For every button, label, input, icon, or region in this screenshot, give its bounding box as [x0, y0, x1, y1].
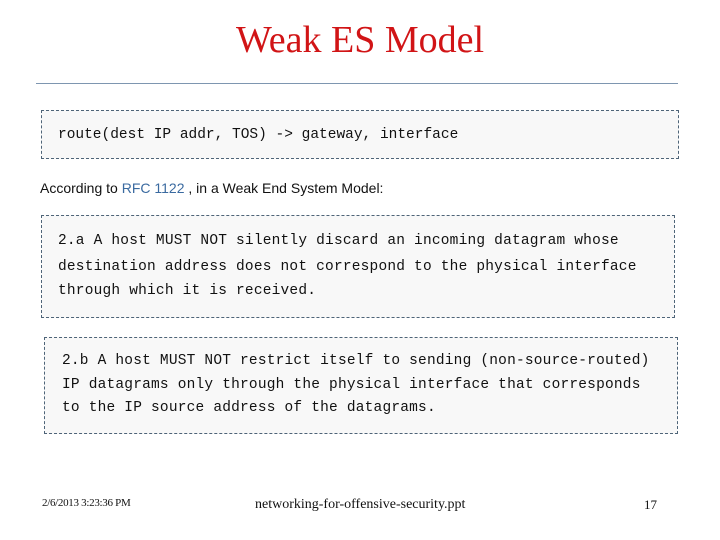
- rule-b-line: 2.b A host MUST NOT restrict itself to s…: [62, 353, 650, 369]
- title-divider: [36, 83, 678, 84]
- footer-filename: networking-for-offensive-security.ppt: [255, 497, 466, 512]
- intro-suffix: , in a Weak End System Model:: [184, 180, 384, 196]
- footer-date: 2/6/2013 3:23:36 PM: [42, 497, 131, 509]
- intro-text: According to RFC 1122 , in a Weak End Sy…: [40, 180, 383, 196]
- intro-prefix: According to: [40, 180, 122, 196]
- footer-page-number: 17: [644, 497, 657, 512]
- rule-b-line: to the IP source address of the datagram…: [62, 400, 436, 416]
- rule-b-line: IP datagrams only through the physical i…: [62, 377, 641, 393]
- rfc-link[interactable]: RFC 1122: [122, 180, 185, 196]
- slide-title: Weak ES Model: [235, 19, 485, 61]
- rule-a-line: through which it is received.: [58, 283, 317, 299]
- route-signature-box: route(dest IP addr, TOS) -> gateway, int…: [41, 110, 679, 159]
- route-signature-text: route(dest IP addr, TOS) -> gateway, int…: [58, 127, 459, 143]
- rule-a-line: destination address does not correspond …: [58, 259, 637, 275]
- rule-b-box: 2.b A host MUST NOT restrict itself to s…: [44, 337, 678, 434]
- rule-a-box: 2.a A host MUST NOT silently discard an …: [41, 215, 675, 318]
- rule-a-line: 2.a A host MUST NOT silently discard an …: [58, 233, 619, 249]
